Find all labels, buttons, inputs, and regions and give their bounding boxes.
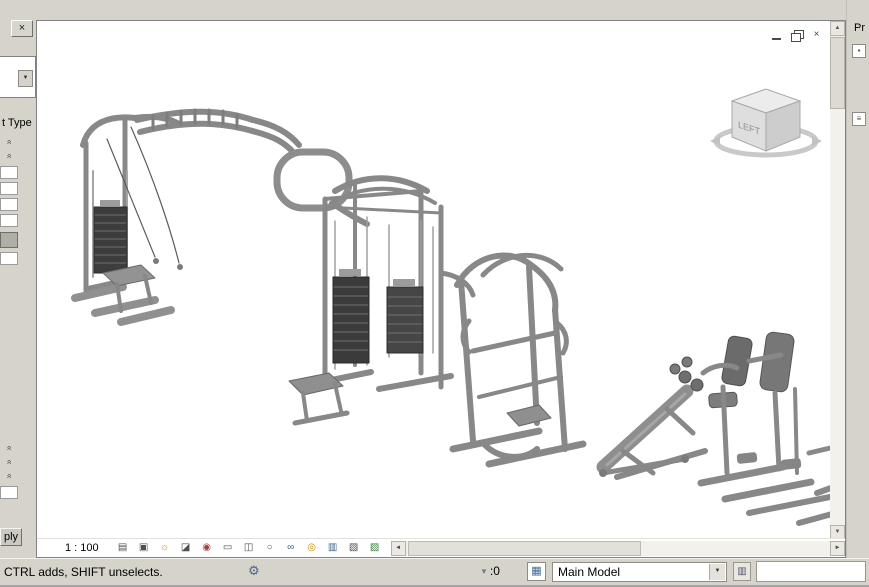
scroll-up-icon[interactable]: » xyxy=(2,150,15,162)
crop-view-icon[interactable]: ▭ xyxy=(220,540,236,556)
equipment-rack[interactable] xyxy=(453,255,583,464)
design-option-value: Main Model xyxy=(558,565,620,579)
viewcube[interactable]: LEFT xyxy=(708,75,828,171)
scroll-down-icon[interactable]: » xyxy=(2,470,15,482)
chevron-down-icon[interactable]: ▼ xyxy=(709,564,725,580)
restore-icon[interactable] xyxy=(790,29,803,41)
scrollbar-thumb[interactable] xyxy=(830,37,845,109)
property-row[interactable] xyxy=(0,214,18,227)
scrollbar-thumb[interactable] xyxy=(408,541,641,556)
status-message: CTRL adds, SHIFT unselects. xyxy=(4,565,163,579)
property-row[interactable] xyxy=(0,252,18,265)
rendering-icon[interactable]: ◉ xyxy=(199,540,215,556)
apply-button[interactable]: ply xyxy=(0,528,22,546)
dock-button-top[interactable]: ▪ xyxy=(852,44,866,58)
equipment-cable-station[interactable] xyxy=(75,117,183,322)
selection-filter[interactable]: ▼ :0 xyxy=(480,564,500,578)
selection-count: :0 xyxy=(490,564,500,578)
drawing-area-3d-view[interactable]: × LEFT xyxy=(36,20,846,558)
show-crop-icon[interactable]: ◫ xyxy=(241,540,257,556)
analytical-model-icon[interactable]: ▨ xyxy=(367,540,383,556)
scroll-left-icon[interactable]: ◄ xyxy=(391,541,406,556)
worksets-icon[interactable]: ⚙ xyxy=(248,563,260,579)
sun-path-icon[interactable]: ☼ xyxy=(157,540,173,556)
shadows-icon[interactable]: ◪ xyxy=(178,540,194,556)
status-display-box xyxy=(756,561,866,582)
type-selector-combo[interactable]: ▼ xyxy=(0,56,36,98)
scroll-up-icon[interactable]: ▲ xyxy=(830,21,845,36)
vertical-scrollbar[interactable]: ▲ ▼ xyxy=(830,21,845,540)
visual-style-icon[interactable]: ▣ xyxy=(136,540,152,556)
property-row-selected[interactable] xyxy=(0,232,18,248)
filter-button[interactable]: ▦ xyxy=(527,562,546,581)
scroll-down-icon[interactable]: » xyxy=(2,442,15,454)
reveal-hidden-icon[interactable]: ◎ xyxy=(304,540,320,556)
detail-level-icon[interactable]: ▤ xyxy=(115,540,131,556)
scroll-right-icon[interactable]: ► xyxy=(830,541,845,556)
view-control-icons: ▤ ▣ ☼ ◪ ◉ ▭ ◫ ○ ∞ ◎ ▥ ▧ ▨ xyxy=(115,540,383,556)
temp-view-properties-icon[interactable]: ▧ xyxy=(346,540,362,556)
filter-icon: ▼ xyxy=(480,567,488,576)
property-row[interactable] xyxy=(0,198,18,211)
equipment-multi-station[interactable] xyxy=(289,178,473,423)
property-row[interactable] xyxy=(0,182,18,195)
properties-palette-fragment: × ▼ t Type » » » » » ply xyxy=(0,0,36,558)
horizontal-scrollbar[interactable]: ◄ ► xyxy=(391,540,845,556)
dock-button-mid[interactable]: ≡ xyxy=(852,112,866,126)
minimize-icon[interactable] xyxy=(770,29,783,41)
property-grid-fragment: » » » » » xyxy=(0,136,20,526)
close-icon[interactable]: × xyxy=(810,29,823,41)
status-bar: CTRL adds, SHIFT unselects. ⚙ ▼ :0 ▦ Mai… xyxy=(0,558,869,587)
property-row[interactable] xyxy=(0,166,18,179)
equipment-ab-bench[interactable] xyxy=(603,357,705,477)
hide-isolate-icon[interactable]: ∞ xyxy=(283,540,299,556)
property-row[interactable] xyxy=(0,486,18,499)
scroll-up-icon[interactable]: » xyxy=(2,136,15,148)
revit-application-window: × ▼ t Type » » » » » ply × xyxy=(0,0,869,587)
view-window-controls: × xyxy=(770,29,823,41)
lock-view-icon[interactable]: ○ xyxy=(262,540,278,556)
palette-close-button[interactable]: × xyxy=(11,20,33,37)
worksharing-display-icon[interactable]: ▥ xyxy=(325,540,341,556)
edit-type-label: t Type xyxy=(2,117,32,129)
right-panel-title: Pr xyxy=(854,22,865,34)
scrollbar-track[interactable] xyxy=(406,541,830,556)
equipment-dip-station[interactable] xyxy=(701,331,835,513)
press-drag-button[interactable]: ▥ xyxy=(733,562,751,581)
view-control-bar: 1 : 100 ▤ ▣ ☼ ◪ ◉ ▭ ◫ ○ ∞ ◎ ▥ ▧ ▨ ◄ xyxy=(37,538,845,557)
right-dock-panel-fragment: Pr ▪ ≡ xyxy=(846,0,869,558)
scale-button[interactable]: 1 : 100 xyxy=(65,542,99,554)
chevron-down-icon[interactable]: ▼ xyxy=(18,70,33,87)
design-option-select[interactable]: Main Model ▼ xyxy=(552,562,727,582)
scroll-down-icon[interactable]: » xyxy=(2,456,15,468)
